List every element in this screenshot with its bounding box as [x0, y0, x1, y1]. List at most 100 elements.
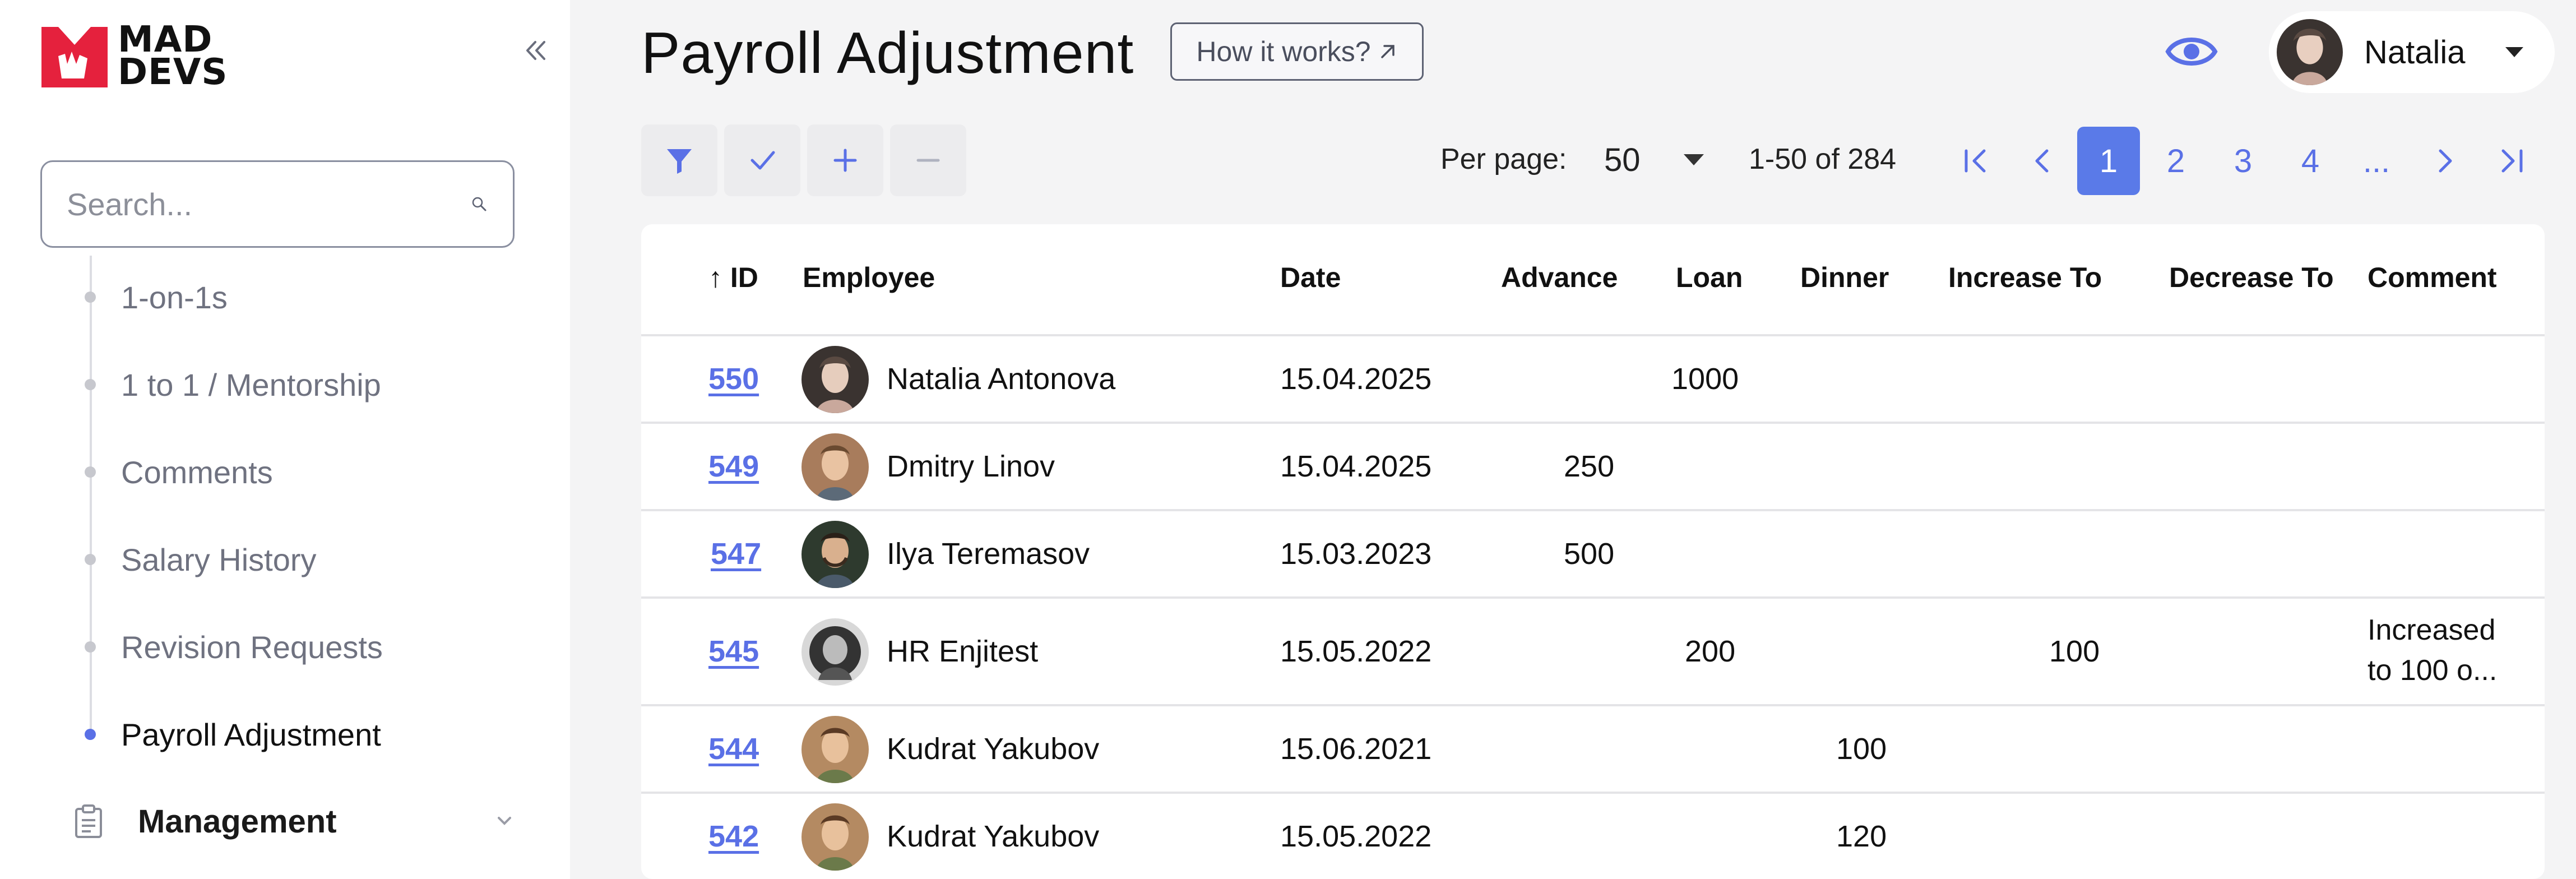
page-button-1[interactable]: 1: [2077, 127, 2140, 195]
row-id-link[interactable]: 550: [708, 362, 759, 396]
per-page-select[interactable]: 50: [1604, 135, 1705, 185]
page-button-2[interactable]: 2: [2144, 127, 2207, 195]
table-header-divider: [641, 334, 2545, 336]
last-page-icon: [2501, 149, 2523, 173]
column-header-decrease-to[interactable]: Decrease To: [2169, 261, 2334, 294]
caret-down-icon: [1684, 154, 1704, 165]
search-box: [40, 160, 515, 248]
row-date: 15.05.2022: [1280, 820, 1432, 853]
nav-dot: [85, 379, 96, 390]
per-page-label: Per page:: [1440, 143, 1567, 175]
nav-dot: [85, 292, 96, 303]
employee-avatar: [801, 716, 869, 783]
row-divider: [641, 704, 2545, 706]
first-page-button[interactable]: [1945, 127, 2008, 195]
row-dinner: 100: [1836, 732, 1887, 766]
logo-text: MAD DEVS: [118, 19, 228, 93]
pagination-range: 1-50 of 284: [1749, 143, 1897, 175]
row-date: 15.04.2025: [1280, 450, 1432, 483]
caret-down-icon: [2505, 47, 2523, 57]
sidebar-section-label: Management: [138, 803, 337, 840]
nav-dot: [85, 554, 96, 565]
employee-name: Dmitry Linov: [887, 450, 1055, 483]
arrow-up-right-icon: [1380, 45, 1394, 58]
filter-icon: [667, 149, 692, 174]
sidebar-item-1-on-1s[interactable]: 1-on-1s: [121, 275, 228, 320]
select-all-button[interactable]: [724, 124, 800, 196]
user-avatar: [2277, 19, 2343, 85]
employee-avatar: [801, 618, 869, 686]
row-date: 15.04.2025: [1280, 362, 1432, 396]
row-id-link[interactable]: 542: [708, 819, 759, 854]
employee-name: Kudrat Yakubov: [887, 732, 1100, 766]
column-header-advance[interactable]: Advance: [1501, 261, 1618, 294]
first-page-icon: [1965, 149, 1986, 173]
employee-name: Natalia Antonova: [887, 362, 1116, 396]
sidebar: MAD DEVS 1-on-1s 1 to 1 / Mentorship Com…: [0, 0, 570, 879]
column-header-increase-to[interactable]: Increase To: [1948, 261, 2102, 294]
column-header-id[interactable]: ↑ ID: [708, 261, 758, 294]
add-button[interactable]: [807, 124, 883, 196]
next-page-button[interactable]: [2413, 127, 2476, 195]
row-divider: [641, 509, 2545, 511]
sidebar-section-management[interactable]: Management: [73, 796, 516, 846]
how-it-works-button[interactable]: How it works?: [1170, 22, 1424, 81]
column-header-comment[interactable]: Comment: [2367, 261, 2497, 294]
row-dinner: 120: [1836, 820, 1887, 853]
chevron-down-icon: [498, 817, 511, 825]
page-title: Payroll Adjustment: [641, 21, 1134, 86]
search-input[interactable]: [67, 186, 470, 223]
chevron-left-icon: [2035, 149, 2049, 173]
page-ellipsis[interactable]: ...: [2345, 127, 2408, 195]
row-advance: 500: [1564, 537, 1615, 571]
per-page-value: 50: [1604, 141, 1641, 178]
page-button-3[interactable]: 3: [2212, 127, 2274, 195]
employee-name: Ilya Teremasov: [887, 537, 1090, 571]
employee-name: HR Enjitest: [887, 635, 1039, 668]
user-name: Natalia: [2364, 34, 2466, 71]
sidebar-item-salary-history[interactable]: Salary History: [121, 537, 317, 582]
employee-avatar: [801, 433, 869, 501]
sidebar-item-mentorship[interactable]: 1 to 1 / Mentorship: [121, 362, 381, 407]
remove-button[interactable]: [890, 124, 966, 196]
page-button-4[interactable]: 4: [2279, 127, 2342, 195]
row-loan: 200: [1685, 635, 1736, 668]
search-icon[interactable]: [470, 186, 488, 222]
row-advance: 250: [1564, 450, 1615, 483]
employee-avatar: [801, 521, 869, 588]
row-id-link[interactable]: 547: [711, 536, 761, 571]
column-header-employee[interactable]: Employee: [803, 261, 935, 294]
row-id-link[interactable]: 545: [708, 634, 759, 669]
employee-avatar: [801, 803, 869, 871]
row-comment[interactable]: Increased to 100 o...: [2367, 610, 2513, 691]
column-header-loan[interactable]: Loan: [1676, 261, 1743, 294]
minus-icon: [916, 159, 940, 162]
column-header-date[interactable]: Date: [1280, 261, 1341, 294]
column-header-dinner[interactable]: Dinner: [1800, 261, 1889, 294]
sidebar-item-payroll-adjustment[interactable]: Payroll Adjustment: [121, 712, 381, 757]
row-increase-to: 100: [2049, 635, 2100, 668]
sidebar-item-revision-requests[interactable]: Revision Requests: [121, 624, 383, 669]
double-chevron-left-icon: [526, 41, 545, 60]
previous-page-button[interactable]: [2011, 127, 2074, 195]
row-divider: [641, 422, 2545, 424]
filter-button[interactable]: [641, 124, 717, 196]
row-id-link[interactable]: 549: [708, 449, 759, 484]
nav-dot: [85, 641, 96, 653]
how-it-works-label: How it works?: [1196, 36, 1371, 67]
eye-icon[interactable]: [2165, 30, 2218, 73]
last-page-button[interactable]: [2480, 127, 2542, 195]
row-loan: 1000: [1671, 362, 1739, 396]
sidebar-item-comments[interactable]: Comments: [121, 450, 273, 494]
nav-dot-active: [85, 729, 96, 740]
logo-mark-icon: [41, 27, 108, 87]
row-id-link[interactable]: 544: [708, 732, 759, 766]
row-divider: [641, 792, 2545, 794]
check-icon: [750, 151, 775, 170]
sort-ascending-icon: ↑: [708, 262, 722, 293]
row-date: 15.05.2022: [1280, 635, 1432, 668]
user-menu[interactable]: Natalia: [2269, 11, 2555, 93]
collapse-sidebar-button[interactable]: [519, 34, 553, 67]
mad-devs-logo[interactable]: MAD DEVS: [39, 22, 228, 90]
plus-icon: [833, 149, 857, 172]
